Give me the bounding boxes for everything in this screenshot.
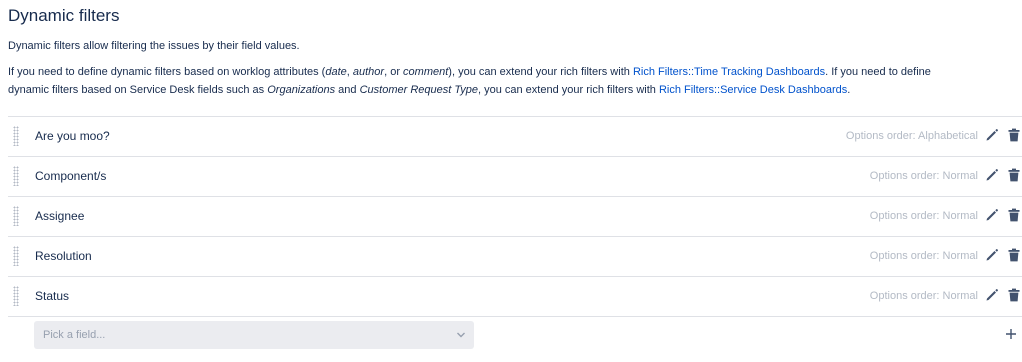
filter-name: Component/s (35, 169, 107, 183)
filter-row: Are you moo? Options order: Alphabetical (8, 117, 1022, 157)
info-text: ), you can extend your rich filters with (448, 66, 633, 78)
description-text: Dynamic filters allow filtering the issu… (8, 40, 300, 52)
trash-icon[interactable] (1008, 208, 1020, 222)
trash-icon[interactable] (1008, 248, 1020, 262)
filter-name: Resolution (35, 249, 92, 263)
dynamic-filters-panel: Dynamic filters Dynamic filters allow fi… (0, 0, 1022, 362)
plus-icon[interactable] (1005, 328, 1017, 340)
trash-icon[interactable] (1008, 288, 1020, 302)
info-text: , or (384, 66, 404, 78)
time-tracking-dashboards-link[interactable]: Rich Filters::Time Tracking Dashboards (633, 66, 825, 78)
pick-field-placeholder: Pick a field... (43, 329, 106, 341)
drag-handle-icon[interactable] (13, 206, 19, 226)
options-order: Options order: Normal (869, 170, 978, 182)
info-text: . (847, 84, 851, 96)
drag-handle-icon[interactable] (13, 166, 19, 186)
options-order: Options order: Normal (869, 210, 978, 222)
filter-name: Assignee (35, 209, 85, 223)
drag-handle-icon[interactable] (13, 246, 19, 266)
trash-icon[interactable] (1008, 168, 1020, 182)
options-order: Options order: Normal (869, 250, 978, 262)
pencil-icon[interactable] (985, 248, 999, 262)
drag-handle-icon[interactable] (13, 126, 19, 146)
service-desk-dashboards-link[interactable]: Rich Filters::Service Desk Dashboards (659, 84, 847, 96)
pencil-icon[interactable] (985, 128, 999, 142)
info-text: and (335, 84, 360, 96)
pencil-icon[interactable] (985, 288, 999, 302)
filter-list: Are you moo? Options order: Alphabetical… (8, 116, 1022, 317)
info-emphasis: Organizations (267, 84, 336, 96)
pick-field-select[interactable]: Pick a field... (34, 321, 474, 349)
info-text: . If you need to define (825, 66, 931, 78)
filter-row: Status Options order: Normal (8, 277, 1022, 317)
filter-row: Resolution Options order: Normal (8, 237, 1022, 277)
trash-icon[interactable] (1008, 128, 1020, 142)
info-text: If you need to define dynamic filters ba… (8, 66, 326, 78)
info-paragraph: If you need to define dynamic filters ba… (8, 63, 1022, 99)
filter-row: Component/s Options order: Normal (8, 157, 1022, 197)
options-order: Options order: Normal (869, 290, 978, 302)
options-order: Options order: Alphabetical (845, 130, 978, 142)
info-emphasis: date (325, 66, 347, 78)
pencil-icon[interactable] (985, 208, 999, 222)
drag-handle-icon[interactable] (13, 286, 19, 306)
chevron-down-icon (457, 332, 465, 338)
filter-name: Status (35, 289, 70, 303)
filter-row: Assignee Options order: Normal (8, 197, 1022, 237)
info-emphasis: author (352, 66, 385, 78)
info-text: , you can extend your rich filters with (477, 84, 659, 96)
page-title: Dynamic filters (8, 6, 120, 25)
info-emphasis: Customer Request Type (359, 84, 478, 96)
info-emphasis: comment (403, 66, 449, 78)
pencil-icon[interactable] (985, 168, 999, 182)
filter-name: Are you moo? (35, 129, 110, 143)
info-text: dynamic filters based on Service Desk fi… (8, 84, 268, 96)
